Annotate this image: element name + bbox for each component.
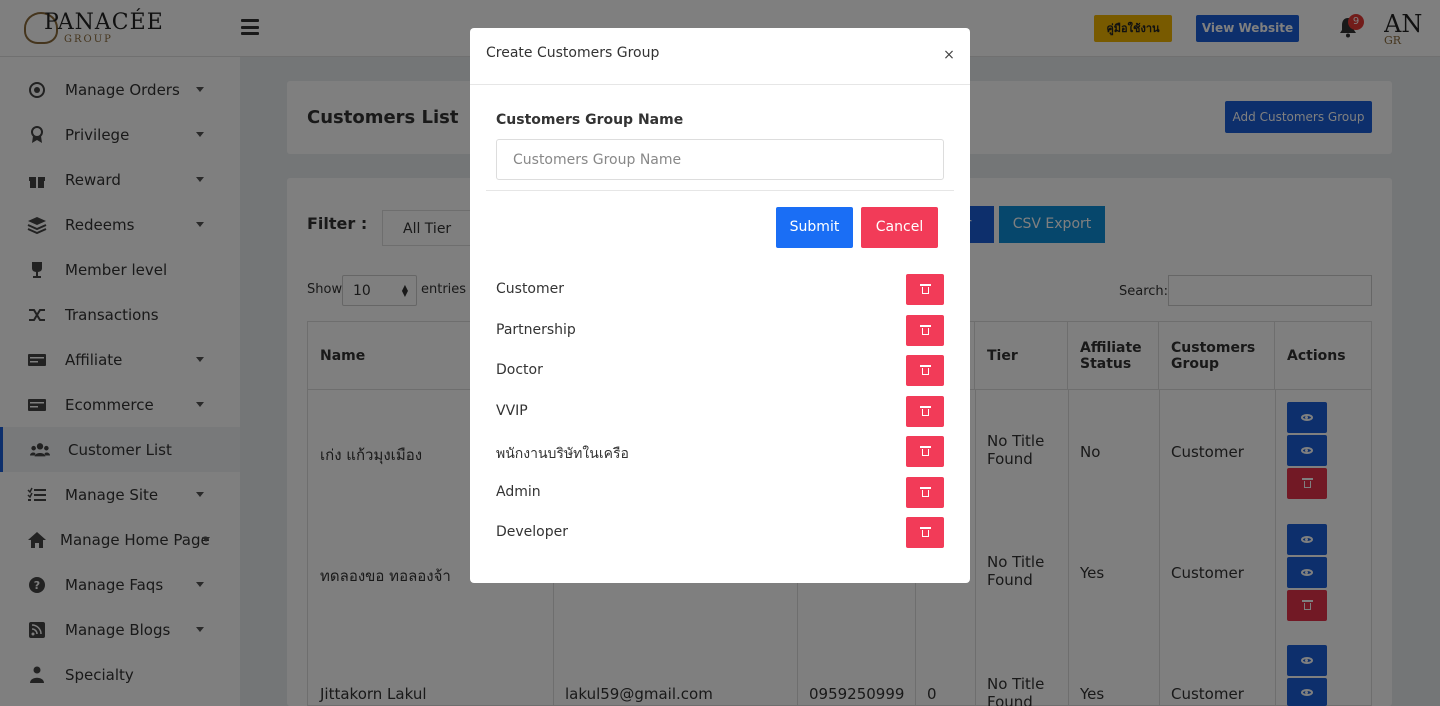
group-name: Developer [496, 524, 569, 540]
trash-icon [919, 284, 931, 295]
group-list-item: Partnership [496, 315, 944, 346]
trash-icon [919, 487, 931, 498]
modal-title: Create Customers Group [486, 45, 660, 61]
delete-group-button[interactable] [906, 436, 944, 467]
group-name: Partnership [496, 322, 576, 338]
close-icon[interactable]: × [943, 48, 955, 62]
delete-group-button[interactable] [906, 517, 944, 548]
group-list-item: พนักงานบริษัทในเครือ [496, 436, 944, 467]
form-divider [486, 190, 954, 191]
group-name: Doctor [496, 362, 543, 378]
delete-group-button[interactable] [906, 315, 944, 346]
group-name-label: Customers Group Name [496, 112, 684, 128]
group-name: Admin [496, 484, 541, 500]
trash-icon [919, 365, 931, 376]
delete-group-button[interactable] [906, 274, 944, 305]
group-list-item: Customer [496, 274, 944, 305]
modal-header: Create Customers Group × [470, 28, 970, 85]
trash-icon [919, 446, 931, 457]
delete-group-button[interactable] [906, 396, 944, 427]
cancel-button[interactable]: Cancel [861, 207, 938, 248]
group-list-item: Developer [496, 517, 944, 548]
group-name: พนักงานบริษัทในเครือ [496, 446, 629, 462]
trash-icon [919, 406, 931, 417]
group-name: Customer [496, 281, 565, 297]
delete-group-button[interactable] [906, 355, 944, 386]
group-name-input[interactable] [496, 139, 944, 180]
submit-button[interactable]: Submit [776, 207, 853, 248]
trash-icon [919, 325, 931, 336]
trash-icon [919, 527, 931, 538]
group-list-item: VVIP [496, 396, 944, 427]
group-list-item: Admin [496, 477, 944, 508]
create-customers-group-modal: Create Customers Group × Customers Group… [470, 28, 970, 583]
group-name: VVIP [496, 403, 528, 419]
delete-group-button[interactable] [906, 477, 944, 508]
group-list-item: Doctor [496, 355, 944, 386]
